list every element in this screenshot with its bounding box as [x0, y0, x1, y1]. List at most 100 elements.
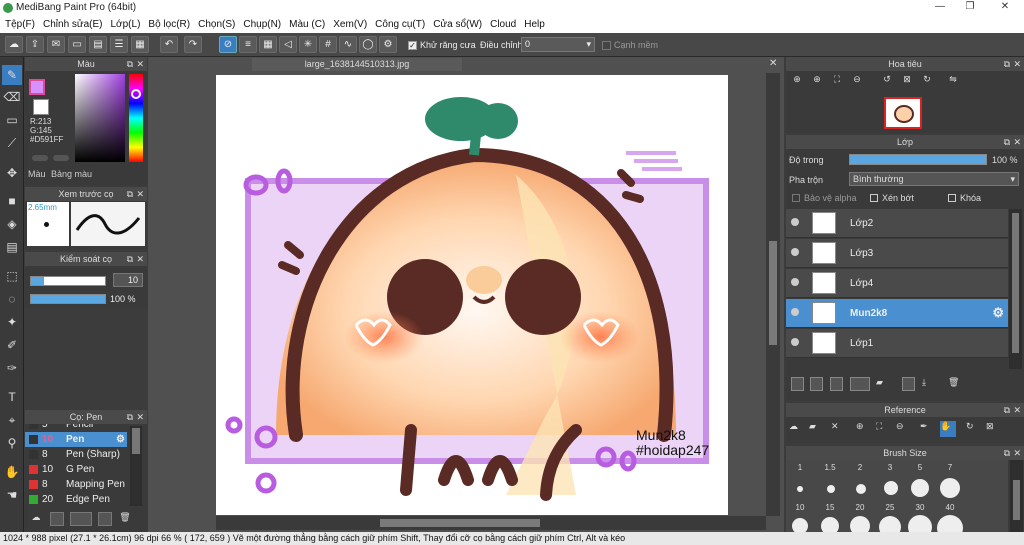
brush-size-scrollbar[interactable] [1010, 460, 1023, 532]
curve-snap-icon[interactable]: ∿ [339, 36, 357, 53]
cross-snap-icon[interactable]: # [319, 36, 337, 53]
size-40-button[interactable] [937, 515, 963, 532]
minimize-icon[interactable]: — [930, 1, 950, 15]
protect-alpha-checkbox[interactable] [792, 194, 800, 202]
new-halftone-layer-icon[interactable] [810, 377, 823, 391]
add-layer-menu-icon[interactable] [850, 377, 870, 391]
hand-icon[interactable]: ✋ [940, 421, 956, 437]
dock-icon[interactable]: ⧉ [127, 410, 133, 424]
navigator-thumbnail[interactable] [884, 97, 922, 129]
dot-pen-tool-icon[interactable]: ⟋ [2, 133, 22, 153]
brush-item-pen-sharp[interactable]: 8 Pen (Sharp) [25, 447, 127, 462]
fit-icon[interactable]: ⛶ [876, 421, 892, 437]
duplicate-layer-icon[interactable] [902, 377, 915, 391]
dock-icon[interactable]: ⧉ [1004, 135, 1010, 149]
document-tab[interactable]: large_1638144510313.jpg [252, 58, 462, 71]
tab-color[interactable]: Màu [28, 169, 46, 179]
layer-item-lop2[interactable]: Lớp2 [786, 209, 1008, 238]
dock-icon[interactable]: ⧉ [1004, 57, 1010, 71]
size-15-button[interactable] [821, 517, 839, 532]
text-tool-icon[interactable]: T [2, 387, 22, 407]
adjust-input[interactable]: 0 ▾ [521, 37, 595, 52]
reset-icon[interactable]: ⊠ [898, 74, 916, 90]
eye-icon[interactable] [791, 308, 799, 316]
menu-edit[interactable]: Chỉnh sửa(E) [41, 17, 109, 33]
brush-item-g-pen[interactable]: 10 G Pen [25, 462, 127, 477]
size-3-button[interactable] [884, 481, 898, 495]
folder-icon[interactable]: ▰ [876, 377, 890, 391]
upload-icon[interactable]: ⇪ [26, 36, 44, 53]
trash-icon[interactable]: 🗑 [948, 377, 962, 391]
close-panel-icon[interactable]: ✕ [136, 187, 144, 201]
scroll-thumb[interactable] [132, 428, 140, 454]
drawing-canvas[interactable]: Mun2k8 #hoidap247 [216, 75, 728, 515]
dock-icon[interactable]: ⧉ [1004, 403, 1010, 417]
size-1-button[interactable] [797, 486, 803, 492]
grid-snap-icon[interactable]: ▦ [259, 36, 277, 53]
close-icon[interactable]: ✕ [995, 1, 1015, 15]
scroll-thumb[interactable] [1013, 480, 1020, 520]
redo-icon[interactable]: ↷ [184, 36, 202, 53]
secondary-color-swatch[interactable] [33, 99, 49, 115]
eye-icon[interactable] [791, 248, 799, 256]
select-pen-tool-icon[interactable]: ✐ [2, 335, 22, 355]
zoom-in-icon[interactable]: ⊕ [788, 74, 806, 90]
size-7-button[interactable] [940, 478, 960, 498]
brush-tool-icon[interactable]: ✎ [2, 65, 22, 85]
size-20-button[interactable] [850, 516, 870, 532]
radial-snap-icon[interactable]: ✳ [299, 36, 317, 53]
close-panel-icon[interactable]: ✕ [136, 252, 144, 266]
list-icon[interactable]: ☰ [110, 36, 128, 53]
tab-palette[interactable]: Bảng màu [51, 169, 92, 179]
rotate-left-icon[interactable]: ↺ [878, 74, 896, 90]
menu-capture[interactable]: Chụp(N) [241, 17, 287, 33]
chat-icon[interactable]: ✉ [47, 36, 65, 53]
lock-checkbox[interactable] [948, 194, 956, 202]
rotate-right-icon[interactable]: ↻ [918, 74, 936, 90]
undo-icon[interactable]: ↶ [160, 36, 178, 53]
zoom-out-icon[interactable]: ⊖ [896, 421, 912, 437]
eye-icon[interactable] [791, 338, 799, 346]
menu-file[interactable]: Tệp(F) [3, 17, 41, 33]
brush-item-edge-pen[interactable]: 20 Edge Pen [25, 492, 127, 507]
menu-cloud[interactable]: Cloud [488, 17, 522, 33]
grid-icon[interactable]: ▦ [131, 36, 149, 53]
new-file-icon[interactable]: ▭ [68, 36, 86, 53]
add-brush-icon[interactable] [50, 512, 64, 526]
close-icon[interactable]: ✕ [831, 421, 847, 437]
rectangle-tool-icon[interactable]: ▭ [2, 110, 22, 130]
divide-tool-icon[interactable]: ⌖ [2, 410, 22, 430]
maximize-icon[interactable]: ❐ [960, 1, 980, 15]
no-snap-icon[interactable]: ⊘ [219, 36, 237, 53]
zoom-in-icon[interactable]: ⊕ [856, 421, 872, 437]
blend-mode-select[interactable]: Bình thường ▾ [849, 172, 1019, 186]
scroll-thumb[interactable] [769, 241, 777, 345]
dock-icon[interactable]: ⧉ [127, 57, 133, 71]
perspective-snap-icon[interactable]: ◁ [279, 36, 297, 53]
menu-tools[interactable]: Công cụ(T) [373, 17, 431, 33]
select-tool-icon[interactable]: ⬚ [2, 266, 22, 286]
layer-item-mun2k8[interactable]: Mun2k8 ⚙ [786, 299, 1008, 328]
eye-icon[interactable] [791, 278, 799, 286]
eyedropper-icon[interactable]: ✒ [920, 421, 936, 437]
merge-down-icon[interactable]: ⤓ [922, 377, 936, 391]
eraser-tool-icon[interactable]: ⌫ [2, 87, 22, 107]
palette-mode-button[interactable] [53, 155, 69, 161]
size-10-button[interactable] [792, 518, 808, 532]
saturation-value-picker[interactable] [75, 74, 125, 162]
brush-size-slider[interactable] [30, 276, 106, 286]
brush-list-scrollbar[interactable] [130, 426, 142, 506]
duplicate-brush-icon[interactable] [98, 512, 112, 526]
zoom-out-icon[interactable]: ⊖ [848, 74, 866, 90]
menu-help[interactable]: Help [522, 17, 551, 33]
close-document-icon[interactable]: ✕ [769, 58, 779, 70]
magic-wand-tool-icon[interactable]: ✦ [2, 312, 22, 332]
move-tool-icon[interactable]: ✥ [2, 163, 22, 183]
close-panel-icon[interactable]: ✕ [1013, 135, 1021, 149]
menu-select[interactable]: Chọn(S) [196, 17, 241, 33]
eye-icon[interactable] [791, 218, 799, 226]
cloud-brush-icon[interactable]: ☁ [28, 512, 44, 526]
gradient-tool-icon[interactable]: ▤ [2, 237, 22, 257]
gear-icon[interactable]: ⚙ [992, 305, 1004, 321]
menu-window[interactable]: Cửa sổ(W) [431, 17, 488, 33]
